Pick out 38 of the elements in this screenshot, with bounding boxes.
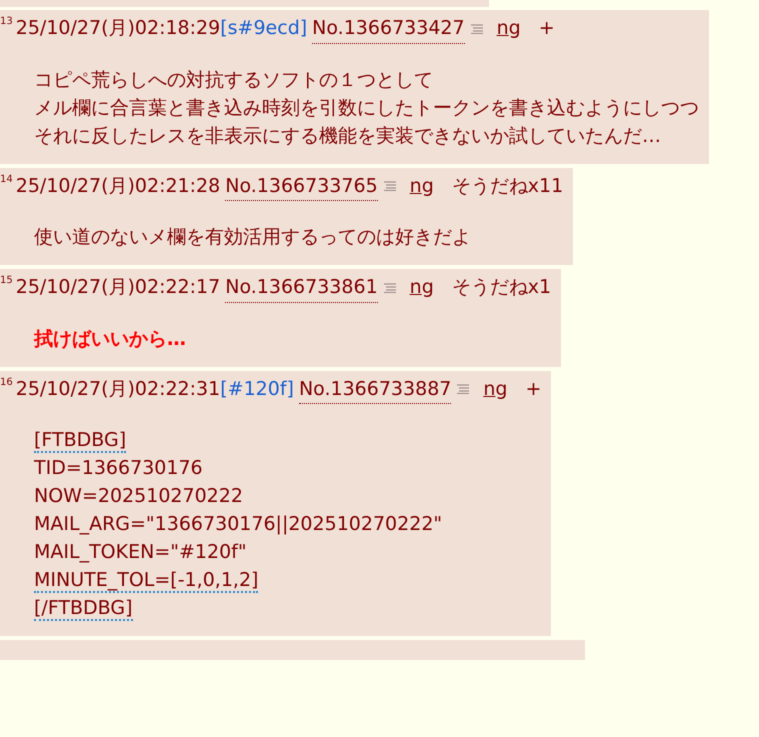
post-number-link[interactable]: No.1366733427 xyxy=(312,14,465,44)
sodane-link[interactable]: そうだねx1 xyxy=(452,273,552,302)
post-text-line: 使い道のないメ欄を有効活用するってのは好きだよ xyxy=(34,226,471,248)
post-text-line: 拭けばいいから… xyxy=(34,328,186,350)
post-date: 25/10/27(月)02:18:29 xyxy=(16,16,220,41)
post-text-line: MAIL_TOKEN="#120f" xyxy=(34,541,247,563)
post-number-link[interactable]: No.1366733887 xyxy=(298,374,452,404)
ng-link[interactable]: ng xyxy=(410,172,434,200)
post-text-line: MAIL_ARG="1366730176||202510270222" xyxy=(34,513,442,535)
reply-number: 16 xyxy=(0,376,13,390)
poster-id: [s#9ecd] xyxy=(220,16,308,41)
post-number-link[interactable]: No.1366733861 xyxy=(225,273,378,302)
post-date: 25/10/27(月)02:22:17 xyxy=(16,275,220,300)
reply-number: 14 xyxy=(0,172,13,186)
reply-number: 13 xyxy=(0,15,13,29)
post-text-line: TID=1366730176 xyxy=(34,457,203,479)
sodane-link[interactable]: + xyxy=(525,374,542,403)
sodane-link[interactable]: + xyxy=(538,14,555,42)
menu-icon[interactable] xyxy=(457,384,470,394)
sodane-link[interactable]: そうだねx11 xyxy=(452,172,564,200)
post-text-line: [FTBDBG] xyxy=(34,429,126,453)
menu-icon[interactable] xyxy=(384,282,396,293)
ng-link[interactable]: ng xyxy=(496,14,521,42)
reply-number: 15 xyxy=(0,274,13,288)
post-date: 25/10/27(月)02:22:31 xyxy=(16,376,220,402)
post-text-line: メル欄に合言葉と書き込み時刻を引数にしたトークンを書き込むようにしつつ xyxy=(34,96,699,118)
post-number-link[interactable]: No.1366733765 xyxy=(225,172,378,201)
poster-id: [#120f] xyxy=(220,376,294,402)
post-date: 25/10/27(月)02:21:28 xyxy=(16,174,220,198)
menu-icon[interactable] xyxy=(470,24,483,34)
menu-icon[interactable] xyxy=(384,181,396,192)
post-text-line: MINUTE_TOL=[-1,0,1,2] xyxy=(34,569,258,593)
post-text-line: NOW=202510270222 xyxy=(34,485,243,507)
post-text-line: コピペ荒らしへの対抗するソフトの１つとして xyxy=(34,68,433,90)
post-text-line: それに反したレスを非表示にする機能を実装できないか試していたんだ… xyxy=(34,124,661,146)
post-text-line: [/FTBDBG] xyxy=(34,597,133,621)
ng-link[interactable]: ng xyxy=(483,374,508,403)
ng-link[interactable]: ng xyxy=(410,273,434,302)
